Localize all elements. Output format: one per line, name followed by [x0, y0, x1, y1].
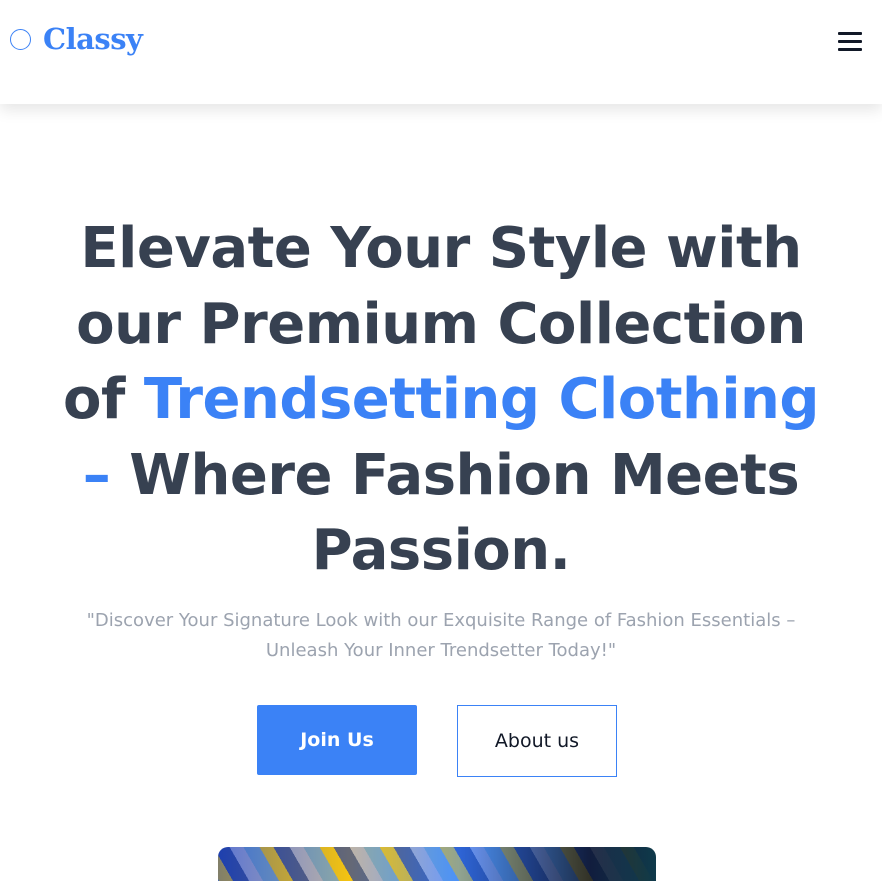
hamburger-line — [838, 48, 862, 51]
hero-title: Elevate Your Style with our Premium Coll… — [40, 211, 842, 589]
logo-text[interactable]: Classy — [43, 22, 143, 56]
hamburger-line — [838, 32, 862, 35]
join-us-button[interactable]: Join Us — [257, 705, 417, 775]
hero-image — [218, 847, 656, 881]
hamburger-line — [838, 40, 862, 43]
hamburger-menu-icon[interactable] — [838, 31, 862, 51]
about-us-button[interactable]: About us — [457, 705, 617, 777]
navbar: Classy — [0, 0, 882, 104]
hero-subtitle: "Discover Your Signature Look with our E… — [86, 610, 796, 661]
hero-title-part2: Where Fashion Meets Passion. — [110, 442, 800, 584]
logo-circle-icon[interactable] — [10, 29, 31, 50]
